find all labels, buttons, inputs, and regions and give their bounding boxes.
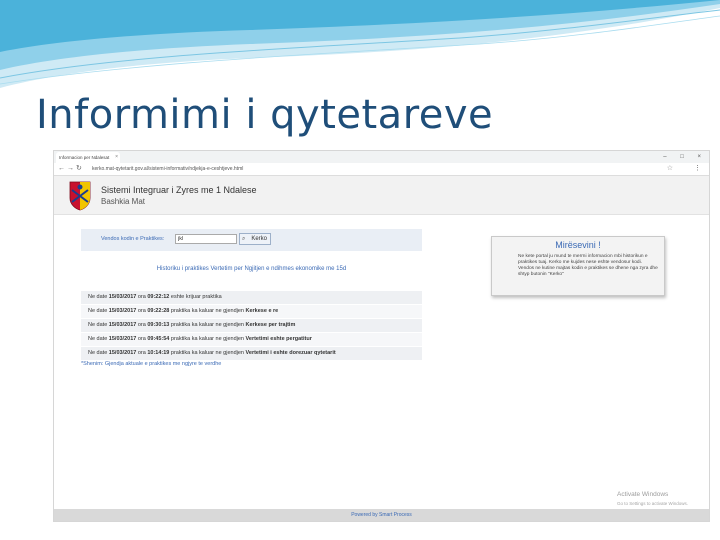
site-header: Sistemi Integruar i Zyres me 1 Ndalese B… [54, 176, 709, 215]
welcome-box: Mirësevini ! Ne kete portal ju mund te m… [491, 236, 665, 296]
welcome-title: Mirësevini ! [555, 240, 601, 250]
status-footnote: *Shenim: Gjendja aktuale e praktikes me … [81, 361, 222, 367]
search-button[interactable]: ⌕ Kerko [239, 233, 271, 245]
search-icon: ⌕ [242, 236, 246, 242]
table-row: Ne date 15/03/2017 ora 10:14:19 praktika… [81, 347, 422, 361]
browser-screenshot: Informacion per Ndalesat × – □ × ← → ↻ k… [53, 150, 710, 522]
row-date: 15/03/2017 [108, 322, 137, 328]
address-bar: ← → ↻ kerko.mat-qytetarit.gov.al/sistemi… [54, 163, 709, 176]
row-time: 10:14:19 [147, 350, 170, 356]
reload-icon[interactable]: ↻ [76, 164, 82, 174]
activate-windows-watermark: Activate Windows [617, 491, 669, 498]
results-heading: Historiku i praktikes Vertetim per Ngjit… [156, 266, 347, 272]
table-row: Ne date 15/03/2017 ora 09:45:54 praktika… [81, 333, 422, 347]
powered-by-text[interactable]: Powered by Smart Process [351, 512, 412, 518]
table-row: Ne date 15/03/2017 ora 09:22:28 praktika… [81, 305, 422, 319]
site-footer: Powered by Smart Process [54, 509, 709, 521]
site-title: Sistemi Integruar i Zyres me 1 Ndalese [101, 185, 257, 195]
row-time: 09:22:12 [147, 294, 170, 300]
tab-title: Informacion per Ndalesat [59, 155, 110, 160]
back-arrow-icon[interactable]: ← [58, 164, 65, 174]
tab-close-icon[interactable]: × [115, 152, 118, 163]
history-table: Ne date 15/03/2017 ora 09:22:12 eshte kr… [81, 291, 422, 361]
bookmark-star-icon[interactable]: ☆ [667, 164, 673, 174]
row-date: 15/03/2017 [108, 350, 137, 356]
welcome-text: Ne kete portal ju mund te merrni informa… [518, 254, 658, 277]
table-row: Ne date 15/03/2017 ora 09:30:13 praktika… [81, 319, 422, 333]
slide-title: Informimi i qytetareve [36, 92, 494, 138]
row-date: 15/03/2017 [108, 294, 137, 300]
search-button-label: Kerko [251, 236, 267, 242]
practice-code-input[interactable] [175, 234, 237, 244]
row-status: Vertetimi i eshte dorezuar qytetarit [245, 350, 336, 356]
browser-tab-bar: Informacion per Ndalesat × – □ × [54, 151, 709, 163]
search-label: Vendos kodin e Praktikes: [101, 236, 165, 242]
site-subtitle: Bashkia Mat [101, 197, 146, 206]
municipality-crest-logo [69, 181, 91, 211]
row-time: 09:45:54 [147, 336, 170, 342]
activate-windows-subtitle: Go to Settings to activate Windows. [617, 501, 689, 506]
row-status: Kerkese e re [245, 308, 279, 314]
browser-tab[interactable]: Informacion per Ndalesat × [56, 152, 120, 163]
row-status: Vertetimi eshte pergatitur [245, 336, 312, 342]
url-field[interactable]: kerko.mat-qytetarit.gov.al/sistemi-infor… [92, 165, 652, 173]
row-time: 09:22:28 [147, 308, 170, 314]
row-time: 09:30:13 [147, 322, 170, 328]
window-controls[interactable]: – □ × [663, 151, 707, 163]
row-status: Kerkese per trajtim [245, 322, 296, 328]
browser-menu-icon[interactable]: ⋮ [694, 164, 701, 174]
row-date: 15/03/2017 [108, 308, 137, 314]
forward-arrow-icon[interactable]: → [67, 164, 74, 174]
search-panel: Vendos kodin e Praktikes: ⌕ Kerko [81, 229, 422, 251]
decorative-header-swoosh [0, 0, 720, 88]
table-row: Ne date 15/03/2017 ora 09:22:12 eshte kr… [81, 291, 422, 305]
row-date: 15/03/2017 [108, 336, 137, 342]
